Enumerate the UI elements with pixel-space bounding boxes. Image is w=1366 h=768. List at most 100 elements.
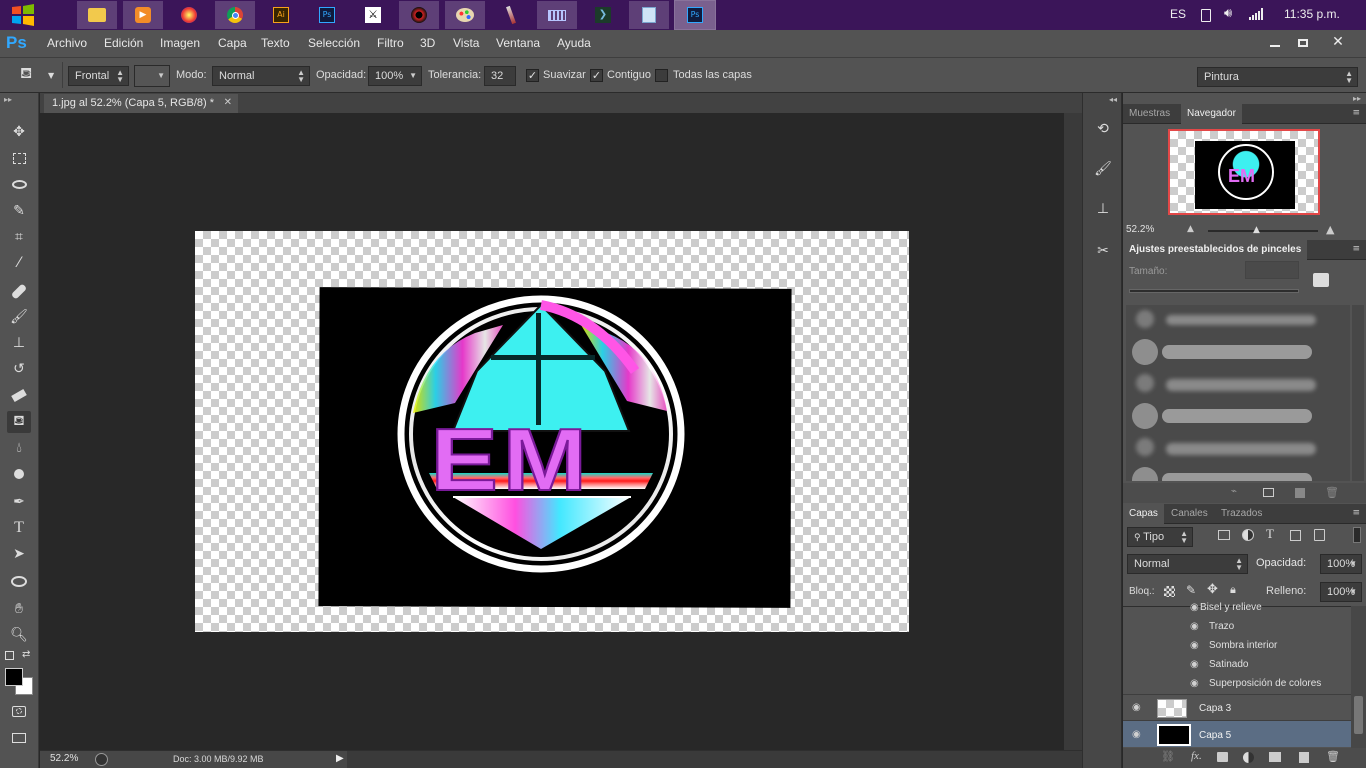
add-mask-icon[interactable] bbox=[1217, 752, 1228, 762]
taskbar-counter-strike[interactable]: ⚔ bbox=[353, 1, 393, 29]
effect-visibility-icon[interactable]: ◉ bbox=[1190, 602, 1199, 613]
panel-menu-icon[interactable]: ≡ bbox=[1352, 108, 1360, 118]
foreground-color-swatch[interactable] bbox=[5, 668, 23, 686]
clock[interactable]: 11:35 p.m. bbox=[1284, 7, 1340, 21]
effect-visibility-icon[interactable]: ◉ bbox=[1190, 678, 1199, 689]
delete-preset-icon[interactable]: 🗑︎ bbox=[1325, 486, 1339, 499]
expand-panels-icon[interactable]: ◂◂ bbox=[1109, 95, 1117, 104]
quick-selection-tool[interactable]: ✎ bbox=[7, 200, 31, 222]
menu-3d[interactable]: 3D bbox=[420, 36, 435, 50]
menu-ventana[interactable]: Ventana bbox=[496, 36, 540, 50]
tool-presets-panel-button[interactable]: ✂︎ bbox=[1091, 239, 1115, 263]
filter-smart-object-icon[interactable] bbox=[1314, 529, 1325, 541]
filter-type-icon[interactable]: T bbox=[1266, 526, 1274, 542]
history-panel-button[interactable]: ⟲ bbox=[1091, 117, 1115, 141]
brush-preset-list[interactable] bbox=[1126, 305, 1350, 481]
menu-capa[interactable]: Capa bbox=[218, 36, 247, 50]
tab-trazados[interactable]: Trazados bbox=[1215, 504, 1268, 524]
menu-ayuda[interactable]: Ayuda bbox=[557, 36, 591, 50]
taskbar-photoshop-old[interactable]: Ps bbox=[307, 1, 347, 29]
history-brush-tool[interactable]: ↺ bbox=[7, 358, 31, 380]
filter-pixel-icon[interactable] bbox=[1218, 530, 1230, 540]
all-layers-checkbox[interactable] bbox=[655, 69, 668, 82]
brush-size-input[interactable] bbox=[1245, 261, 1299, 279]
move-tool[interactable]: ✥ bbox=[7, 121, 31, 143]
lock-position-icon[interactable]: ✥ bbox=[1207, 582, 1218, 597]
path-selection-tool[interactable]: ➤ bbox=[7, 543, 31, 565]
taskbar-chrome[interactable] bbox=[215, 1, 255, 29]
panel-menu-icon[interactable]: ≡ bbox=[1352, 244, 1360, 254]
ellipse-tool[interactable] bbox=[7, 570, 31, 592]
grid-view-icon[interactable] bbox=[1263, 488, 1274, 497]
dodge-tool[interactable] bbox=[7, 463, 31, 485]
paint-bucket-tool-preset[interactable]: ⛾ ▼ bbox=[20, 64, 60, 86]
smooth-checkbox[interactable]: ✓ bbox=[526, 69, 539, 82]
layer-fill-input[interactable]: 100% ▼ bbox=[1320, 582, 1362, 602]
vertical-scrollbar[interactable] bbox=[1064, 113, 1082, 750]
taskbar-photoshop[interactable]: Ps bbox=[674, 0, 716, 30]
collapse-right-icon[interactable]: ▸▸ bbox=[1353, 94, 1361, 103]
clone-source-panel-button[interactable]: ⊥ bbox=[1091, 197, 1115, 221]
taskbar-paint-palette[interactable] bbox=[445, 1, 485, 29]
effect-satin[interactable]: Satinado bbox=[1209, 659, 1248, 670]
effect-bevel[interactable]: Bisel y relieve bbox=[1200, 602, 1262, 613]
windows-start-button[interactable] bbox=[6, 2, 40, 28]
battery-icon[interactable] bbox=[1201, 9, 1211, 22]
status-info-icon[interactable] bbox=[95, 753, 108, 766]
link-layers-icon[interactable]: ⛓︎ bbox=[1161, 750, 1175, 763]
zoom-slider-thumb[interactable]: ▲ bbox=[1253, 225, 1260, 235]
default-colors-icon[interactable] bbox=[5, 651, 14, 660]
delete-layer-icon[interactable]: 🗑︎ bbox=[1326, 750, 1340, 763]
zoom-in-icon[interactable]: ▲ bbox=[1326, 223, 1334, 236]
menu-archivo[interactable]: Archivo bbox=[47, 36, 87, 50]
eyedropper-tool[interactable]: ⁄ bbox=[7, 252, 31, 274]
restore-button[interactable] bbox=[1290, 33, 1316, 53]
healing-brush-tool[interactable] bbox=[7, 280, 31, 302]
taskbar-media-player[interactable]: ▶ bbox=[123, 1, 163, 29]
document-canvas[interactable]: EM bbox=[195, 231, 909, 632]
layer-filter-kind-select[interactable]: ⚲ Tipo ▲ ▼ bbox=[1127, 527, 1193, 547]
layers-scrollbar[interactable] bbox=[1351, 606, 1366, 748]
navigator-zoom-value[interactable]: 52.2% bbox=[1126, 224, 1154, 235]
lock-transparent-icon[interactable] bbox=[1164, 586, 1175, 597]
effect-color-overlay[interactable]: Superposición de colores bbox=[1209, 678, 1321, 689]
navigator-zoom-slider[interactable] bbox=[1208, 230, 1318, 232]
brush-list-scrollbar[interactable] bbox=[1352, 305, 1364, 481]
effect-visibility-icon[interactable]: ◉ bbox=[1190, 621, 1199, 632]
collapse-panel-icon[interactable]: ▸▸ bbox=[4, 95, 12, 104]
eraser-tool[interactable] bbox=[7, 384, 31, 406]
brush-panel-button[interactable]: 🖌︎ bbox=[1091, 157, 1115, 181]
effect-visibility-icon[interactable]: ◉ bbox=[1190, 659, 1199, 670]
hand-tool[interactable]: ✋︎ bbox=[7, 598, 31, 620]
layer-visibility-icon[interactable]: ◉ bbox=[1132, 729, 1141, 740]
tab-canales[interactable]: Canales bbox=[1165, 504, 1214, 524]
tolerance-input[interactable]: 32 bbox=[484, 66, 516, 86]
contiguous-checkbox[interactable]: ✓ bbox=[590, 69, 603, 82]
effect-inner-shadow[interactable]: Sombra interior bbox=[1209, 640, 1277, 651]
taskbar-notepad[interactable] bbox=[629, 1, 669, 29]
brush-size-slider[interactable] bbox=[1129, 289, 1299, 293]
menu-vista[interactable]: Vista bbox=[453, 36, 479, 50]
new-brush-icon[interactable] bbox=[1313, 273, 1329, 287]
quick-mask-button[interactable] bbox=[7, 700, 31, 722]
toggle-brush-panel-icon[interactable]: ⌁ bbox=[1231, 486, 1237, 497]
language-indicator[interactable]: ES bbox=[1170, 7, 1186, 21]
workspace-select[interactable]: Pintura ▲ ▼ bbox=[1197, 67, 1358, 87]
status-menu-arrow-icon[interactable]: ▶ bbox=[336, 753, 344, 764]
wifi-signal-icon[interactable] bbox=[1249, 8, 1263, 20]
zoom-tool[interactable]: 🔍︎ bbox=[7, 624, 31, 646]
new-adjustment-icon[interactable] bbox=[1243, 752, 1254, 763]
horizontal-scrollbar[interactable] bbox=[347, 751, 1082, 768]
lock-all-icon[interactable]: 🔒︎ bbox=[1230, 583, 1236, 597]
tab-capas[interactable]: Capas bbox=[1123, 504, 1164, 524]
menu-filtro[interactable]: Filtro bbox=[377, 36, 404, 50]
taskbar-paint-app[interactable] bbox=[169, 1, 209, 29]
menu-seleccion[interactable]: Selección bbox=[308, 36, 360, 50]
layer-visibility-icon[interactable]: ◉ bbox=[1132, 702, 1141, 713]
layer-name[interactable]: Capa 5 bbox=[1199, 730, 1231, 741]
paint-bucket-tool[interactable]: ⛾ bbox=[7, 411, 31, 433]
taskbar-keyboard-app[interactable] bbox=[537, 1, 577, 29]
panel-menu-icon[interactable]: ≡ bbox=[1352, 508, 1360, 518]
blur-tool[interactable]: 💧︎ bbox=[7, 437, 31, 459]
brush-presets-title[interactable]: Ajustes preestablecidos de pinceles bbox=[1123, 240, 1308, 260]
